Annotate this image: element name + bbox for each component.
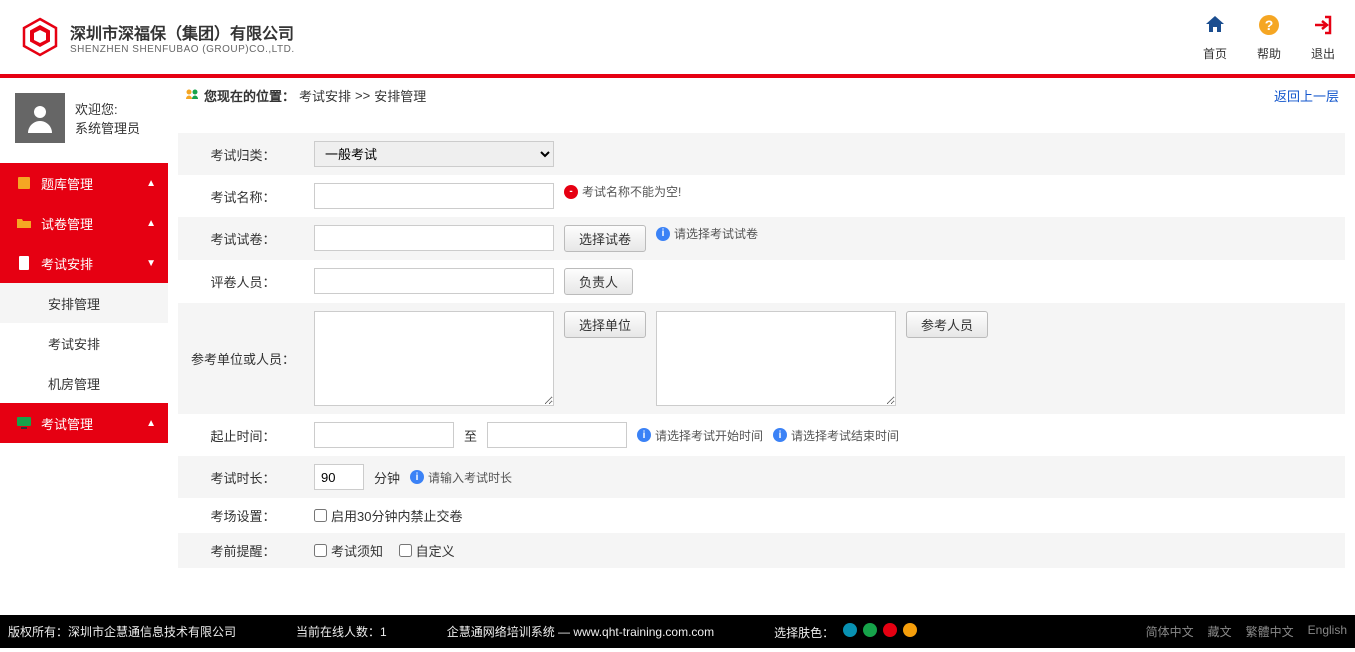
logout-icon	[1311, 13, 1335, 43]
label-minutes: 分钟	[374, 468, 400, 487]
hint-end-time: 请选择考试结束时间	[791, 427, 899, 444]
category-select[interactable]: 一般考试	[314, 141, 554, 167]
label-paper: 考试试卷：	[178, 217, 308, 260]
footer-skin: 选择肤色：	[774, 623, 917, 641]
company-name: 深圳市深福保（集团）有限公司	[70, 20, 295, 44]
label-duration: 考试时长：	[178, 456, 308, 498]
welcome-greet: 欢迎您:	[75, 99, 140, 118]
skin-dot-green[interactable]	[863, 623, 877, 637]
company-logo-icon	[20, 17, 60, 57]
skin-dot-teal[interactable]	[843, 623, 857, 637]
svg-text:?: ?	[1265, 17, 1274, 33]
chevron-down-icon: ▼	[146, 258, 156, 269]
breadcrumb: 您现在的位置： 考试安排 >> 安排管理	[184, 86, 426, 105]
nav-paper-manage[interactable]: 试卷管理 ▲	[0, 203, 168, 243]
custom-label: 自定义	[416, 541, 455, 560]
logo-area: 深圳市深福保（集团）有限公司 SHENZHEN SHENFUBAO (GROUP…	[20, 17, 295, 57]
label-to: 至	[464, 426, 477, 445]
chevron-up-icon: ▲	[146, 418, 156, 429]
nav-sub-room-manage[interactable]: 机房管理	[0, 363, 168, 403]
owner-button[interactable]: 负责人	[564, 268, 633, 295]
nav-sub-exam-arrange[interactable]: 考试安排	[0, 323, 168, 363]
label-category: 考试归类：	[178, 133, 308, 175]
chevron-up-icon: ▲	[146, 178, 156, 189]
select-person-button[interactable]: 参考人员	[906, 311, 988, 338]
footer-copyright: 版权所有：深圳市企慧通信息技术有限公司	[8, 623, 236, 640]
label-name: 考试名称：	[178, 175, 308, 217]
info-icon: i	[637, 428, 651, 442]
info-icon: i	[773, 428, 787, 442]
units-textarea[interactable]	[314, 311, 554, 406]
label-remind: 考前提醒：	[178, 533, 308, 568]
help-icon: ?	[1257, 13, 1281, 43]
company-sub: SHENZHEN SHENFUBAO (GROUP)CO.,LTD.	[70, 44, 295, 55]
exam-paper-input[interactable]	[314, 225, 554, 251]
hint-name-empty: 考试名称不能为空!	[582, 183, 681, 200]
logout-label: 退出	[1311, 45, 1335, 62]
welcome-block: 欢迎您: 系统管理员	[0, 78, 168, 163]
home-label: 首页	[1203, 45, 1227, 62]
select-paper-button[interactable]: 选择试卷	[564, 225, 646, 252]
users-icon	[184, 86, 200, 105]
avatar	[15, 93, 65, 143]
logout-button[interactable]: 退出	[1311, 13, 1335, 62]
lang-tc[interactable]: 繁體中文	[1246, 623, 1294, 640]
nav-question-bank[interactable]: 题库管理 ▲	[0, 163, 168, 203]
welcome-user: 系统管理员	[75, 118, 140, 137]
error-icon: -	[564, 185, 578, 199]
footer-system: 企慧通网络培训系统 — www.qht-training.com.com	[447, 623, 714, 640]
exam-name-input[interactable]	[314, 183, 554, 209]
skin-dot-red[interactable]	[883, 623, 897, 637]
nav-exam-arrange[interactable]: 考试安排 ▼	[0, 243, 168, 283]
home-icon	[1203, 13, 1227, 43]
forbid30-checkbox[interactable]	[314, 509, 327, 522]
lang-sc[interactable]: 简体中文	[1146, 623, 1194, 640]
info-icon: i	[656, 227, 670, 241]
label-units: 参考单位或人员：	[178, 303, 308, 414]
label-timerange: 起止时间：	[178, 414, 308, 456]
book-icon	[15, 174, 33, 192]
footer-online: 当前在线人数：1	[296, 623, 387, 640]
monitor-icon	[15, 414, 33, 432]
persons-textarea[interactable]	[656, 311, 896, 406]
skin-dot-orange[interactable]	[903, 623, 917, 637]
nav-exam-manage[interactable]: 考试管理 ▲	[0, 403, 168, 443]
end-time-input[interactable]	[487, 422, 627, 448]
forbid30-label: 启用30分钟内禁止交卷	[331, 506, 462, 525]
back-link[interactable]: 返回上一层	[1274, 86, 1339, 105]
nav-sub-arrange-manage[interactable]: 安排管理	[0, 283, 168, 323]
hint-start-time: 请选择考试开始时间	[655, 427, 763, 444]
info-icon: i	[410, 470, 424, 484]
home-button[interactable]: 首页	[1203, 13, 1227, 62]
reviewer-input[interactable]	[314, 268, 554, 294]
lang-en[interactable]: English	[1308, 623, 1347, 640]
label-reviewer: 评卷人员：	[178, 260, 308, 303]
label-room: 考场设置：	[178, 498, 308, 533]
duration-input[interactable]	[314, 464, 364, 490]
select-unit-button[interactable]: 选择单位	[564, 311, 646, 338]
chevron-up-icon: ▲	[146, 218, 156, 229]
hint-select-paper: 请选择考试试卷	[674, 225, 758, 242]
start-time-input[interactable]	[314, 422, 454, 448]
notice-checkbox[interactable]	[314, 544, 327, 557]
notice-label: 考试须知	[331, 541, 383, 560]
help-button[interactable]: ? 帮助	[1257, 13, 1281, 62]
hint-duration: 请输入考试时长	[428, 469, 512, 486]
help-label: 帮助	[1257, 45, 1281, 62]
lang-tb[interactable]: 藏文	[1208, 623, 1232, 640]
doc-icon	[15, 254, 33, 272]
custom-checkbox[interactable]	[399, 544, 412, 557]
folder-icon	[15, 214, 33, 232]
